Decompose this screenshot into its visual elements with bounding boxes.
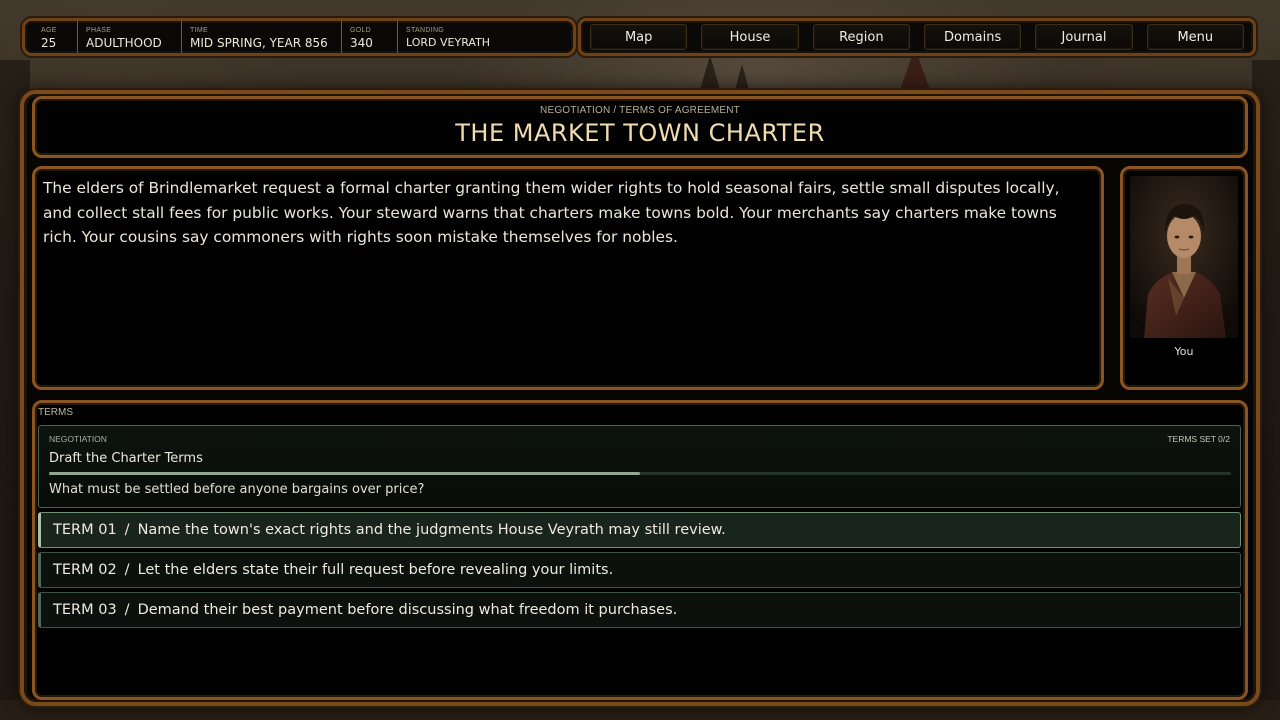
terms-section-label: TERMS: [38, 407, 73, 418]
stat-standing-value: LORD VEYRATH: [406, 36, 491, 49]
term-option-02[interactable]: TERM 02 / Let the elders state their ful…: [38, 552, 1241, 588]
terms-set-counter: TERMS SET 0/2: [1167, 434, 1230, 444]
status-bar: AGE 25 PHASE ADULTHOOD TIME MID SPRING, …: [22, 18, 576, 56]
stat-time-value: MID SPRING, YEAR 856: [190, 36, 328, 50]
domains-button[interactable]: Domains: [923, 24, 1022, 50]
region-button[interactable]: Region: [812, 24, 910, 50]
menu-button[interactable]: Menu: [1146, 24, 1244, 50]
term-text: Let the elders state their full request …: [137, 562, 614, 578]
term-separator: /: [124, 522, 130, 538]
map-button[interactable]: Map: [590, 24, 688, 50]
stat-gold: GOLD 340: [341, 21, 397, 53]
journal-button[interactable]: Journal: [1035, 24, 1133, 50]
term-number: TERM 02: [53, 562, 117, 578]
stat-standing: STANDING LORD VEYRATH: [397, 21, 557, 53]
nav-bar: Map House Region Domains Journal Menu: [578, 18, 1256, 56]
narrative-text: The elders of Brindlemarket request a fo…: [43, 179, 1060, 247]
negotiation-progress-fill: [49, 472, 640, 475]
negotiation-question: What must be settled before anyone barga…: [49, 482, 425, 497]
term-number: TERM 01: [53, 522, 117, 538]
negotiation-card: NEGOTIATION TERMS SET 0/2 Draft the Char…: [38, 425, 1241, 508]
term-separator: /: [124, 602, 130, 618]
stat-gold-label: GOLD: [350, 27, 372, 34]
term-text: Demand their best payment before discuss…: [137, 602, 678, 618]
negotiation-progress-track: [49, 472, 1231, 475]
stat-gold-value: 340: [350, 36, 373, 50]
stat-standing-label: STANDING: [406, 27, 445, 34]
negotiation-title: Draft the Charter Terms: [49, 451, 203, 466]
stat-phase-label: PHASE: [86, 27, 112, 34]
negotiation-kicker: NEGOTIATION: [49, 434, 107, 444]
header-panel: NEGOTIATION / TERMS OF AGREEMENT THE MAR…: [32, 96, 1248, 158]
header-subtitle: NEGOTIATION / TERMS OF AGREEMENT: [540, 105, 740, 116]
stat-age: AGE 25: [33, 21, 77, 53]
portrait-caption: You: [1174, 345, 1194, 358]
stat-time-label: TIME: [190, 27, 208, 34]
term-option-03[interactable]: TERM 03 / Demand their best payment befo…: [38, 592, 1241, 628]
term-separator: /: [124, 562, 130, 578]
stat-age-label: AGE: [41, 27, 57, 34]
narrative-panel: The elders of Brindlemarket request a fo…: [32, 166, 1104, 390]
stat-phase: PHASE ADULTHOOD: [77, 21, 181, 53]
term-text: Name the town's exact rights and the jud…: [137, 522, 726, 538]
stat-age-value: 25: [41, 36, 57, 50]
house-button[interactable]: House: [701, 24, 799, 50]
character-portrait: [1130, 176, 1238, 338]
term-number: TERM 03: [53, 602, 117, 618]
stat-time: TIME MID SPRING, YEAR 856: [181, 21, 341, 53]
portrait-panel: You: [1120, 166, 1248, 390]
term-option-01[interactable]: TERM 01 / Name the town's exact rights a…: [38, 512, 1241, 548]
stat-phase-value: ADULTHOOD: [86, 36, 162, 50]
page-title: THE MARKET TOWN CHARTER: [455, 119, 825, 147]
